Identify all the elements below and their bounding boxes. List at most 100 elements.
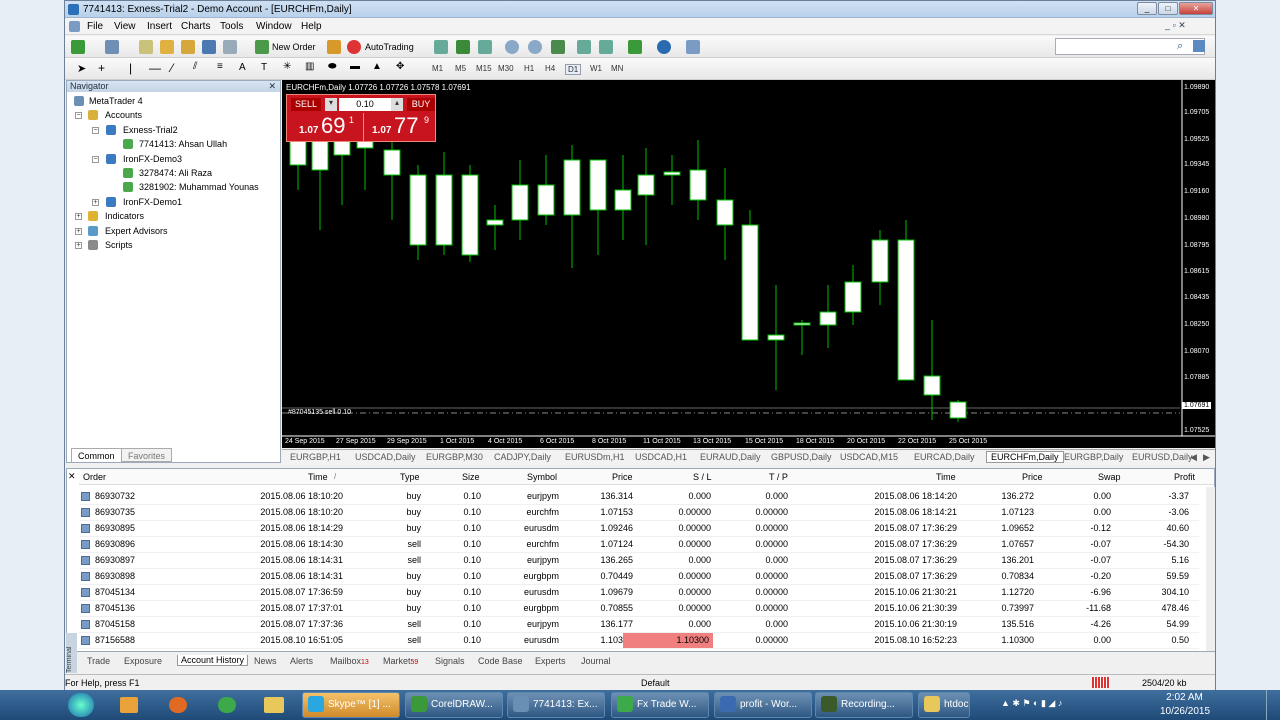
- col-profit[interactable]: Profit: [1174, 472, 1195, 482]
- tray-icons[interactable]: ▲ ✱ ⚑ ◐ ▮ ◢ ♪: [1001, 698, 1062, 709]
- table-row[interactable]: 87045158 2015.08.07 17:37:36 sell 0.10 eurjp…: [79, 617, 1199, 633]
- experts-expand-icon[interactable]: +: [75, 228, 82, 235]
- explorer-icon[interactable]: [264, 697, 284, 713]
- indicators-icon[interactable]: [628, 40, 642, 54]
- task-skype[interactable]: Skype™ [1] ...: [302, 692, 400, 718]
- tf-d1[interactable]: D1: [565, 64, 582, 75]
- gann-grid-icon[interactable]: ▥: [305, 61, 314, 72]
- autotrading-icon[interactable]: [347, 40, 361, 54]
- table-row[interactable]: 86930895 2015.08.06 18:14:29 buy 0.10 eurusd…: [79, 521, 1199, 537]
- new-order-button[interactable]: New Order: [272, 42, 316, 52]
- chart-tab[interactable]: EURGBP,H1: [290, 452, 341, 462]
- zoom-out-icon[interactable]: [528, 40, 542, 54]
- terminal-tab[interactable]: Signals: [435, 656, 465, 666]
- ironfx3-collapse-icon[interactable]: −: [92, 156, 99, 163]
- menu-view[interactable]: View: [114, 21, 136, 32]
- profiles-icon[interactable]: [105, 40, 119, 54]
- price-chart[interactable]: EURCHFm,Daily 1.07726 1.07726 1.07578 1.…: [282, 80, 1215, 448]
- trendline-icon[interactable]: ⁄: [171, 61, 173, 75]
- history-scrollbar[interactable]: [1206, 487, 1215, 651]
- terminal-tab[interactable]: Market59: [383, 656, 418, 666]
- menu-charts[interactable]: Charts: [181, 21, 210, 32]
- indicators-expand-icon[interactable]: +: [75, 213, 82, 220]
- chart-tab[interactable]: EURCAD,Daily: [914, 452, 975, 462]
- nav-server-ironfx1[interactable]: IronFX-Demo1: [123, 197, 182, 207]
- buy-price[interactable]: 1.07 77 9: [363, 113, 435, 141]
- show-desktop-button[interactable]: [1266, 690, 1280, 720]
- clock-date[interactable]: 10/26/2015: [1153, 706, 1217, 717]
- chart-tab[interactable]: USDCAD,M15: [840, 452, 898, 462]
- close-button[interactable]: ✕: [1179, 2, 1213, 15]
- task-mt4[interactable]: 7741413: Ex...: [507, 692, 605, 718]
- col-sl[interactable]: S / L: [693, 472, 712, 482]
- tabs-scroll-right-icon[interactable]: ▶: [1203, 452, 1210, 463]
- table-row[interactable]: 87045136 2015.08.07 17:37:01 buy 0.10 eurgbp…: [79, 601, 1199, 617]
- chart-shift-icon[interactable]: [599, 40, 613, 54]
- tf-w1[interactable]: W1: [590, 64, 602, 73]
- menu-file[interactable]: File: [87, 21, 103, 32]
- horizontal-line-icon[interactable]: —: [149, 61, 161, 75]
- ironfx1-expand-icon[interactable]: +: [92, 199, 99, 206]
- tester-icon[interactable]: [223, 40, 237, 54]
- data-window-icon[interactable]: [160, 40, 174, 54]
- order-line-label[interactable]: #87045135 sell 0.10: [288, 409, 351, 416]
- new-chart-icon[interactable]: [71, 40, 85, 54]
- col-close-time[interactable]: Time: [936, 472, 956, 482]
- gann-icon[interactable]: ✳: [283, 61, 291, 72]
- firefox-icon[interactable]: [169, 697, 187, 713]
- accounts-collapse-icon[interactable]: −: [75, 112, 82, 119]
- col-time[interactable]: Time: [308, 472, 328, 482]
- chart-tab[interactable]: GBPUSD,Daily: [771, 452, 832, 462]
- chart-tab[interactable]: EURUSD,Daily: [1132, 452, 1193, 462]
- tf-m15[interactable]: M15: [476, 64, 492, 73]
- metaeditor-icon[interactable]: [327, 40, 341, 54]
- nav-scripts[interactable]: Scripts: [105, 240, 133, 250]
- col-swap[interactable]: Swap: [1098, 472, 1121, 482]
- table-row[interactable]: 86930735 2015.08.06 18:10:20 buy 0.10 eurchf…: [79, 505, 1199, 521]
- start-button[interactable]: [68, 693, 94, 717]
- new-order-icon[interactable]: [255, 40, 269, 54]
- terminal-tab[interactable]: Journal: [581, 656, 611, 666]
- menu-insert[interactable]: Insert: [147, 21, 172, 32]
- terminal-tab[interactable]: Mailbox13: [330, 656, 369, 666]
- sell-button[interactable]: SELL: [291, 98, 321, 111]
- bar-chart-icon[interactable]: [434, 40, 448, 54]
- chart-tab[interactable]: USDCAD,H1: [635, 452, 687, 462]
- navigator-close-icon[interactable]: ✕: [268, 81, 276, 92]
- chart-tab[interactable]: CADJPY,Daily: [494, 452, 551, 462]
- text-label-icon[interactable]: T: [261, 62, 267, 73]
- autotrading-button[interactable]: AutoTrading: [365, 42, 414, 52]
- table-row[interactable]: 86930897 2015.08.06 18:14:31 sell 0.10 eurjp…: [79, 553, 1199, 569]
- terminal-tab[interactable]: Account History: [177, 655, 249, 666]
- clock-time[interactable]: 2:02 AM: [1157, 692, 1212, 703]
- menu-help[interactable]: Help: [301, 21, 322, 32]
- nav-indicators[interactable]: Indicators: [105, 211, 144, 221]
- chart-tab[interactable]: EURUSDm,H1: [565, 452, 625, 462]
- table-row[interactable]: 86930732 2015.08.06 18:10:20 buy 0.10 eurjpy…: [79, 489, 1199, 505]
- nav-server-exness[interactable]: Exness-Trial2: [123, 125, 178, 135]
- terminal-tab[interactable]: News: [254, 656, 277, 666]
- chart-tab[interactable]: USDCAD,Daily: [355, 452, 416, 462]
- zoom-in-icon[interactable]: [505, 40, 519, 54]
- chart-tab[interactable]: EURAUD,Daily: [700, 452, 761, 462]
- nav-root[interactable]: MetaTrader 4: [89, 96, 143, 106]
- community-icon[interactable]: [1193, 40, 1205, 52]
- tf-h1[interactable]: H1: [524, 64, 534, 73]
- media-player-icon[interactable]: [120, 697, 138, 713]
- templates-icon[interactable]: [686, 40, 700, 54]
- cursor-icon[interactable]: ➤: [77, 62, 86, 75]
- chart-tab[interactable]: EURGBP,Daily: [1064, 452, 1123, 462]
- task-recording[interactable]: Recording...: [815, 692, 913, 718]
- table-row[interactable]: 86930898 2015.08.06 18:14:31 buy 0.10 eurgbp…: [79, 569, 1199, 585]
- vertical-line-icon[interactable]: |: [129, 61, 132, 75]
- menu-window[interactable]: Window: [256, 21, 292, 32]
- col-tp[interactable]: T / P: [769, 472, 788, 482]
- terminal-tab[interactable]: Experts: [535, 656, 566, 666]
- scripts-expand-icon[interactable]: +: [75, 242, 82, 249]
- candlestick-icon[interactable]: [456, 40, 470, 54]
- tf-h4[interactable]: H4: [545, 64, 555, 73]
- tf-m1[interactable]: M1: [432, 64, 443, 73]
- sell-price[interactable]: 1.07 69 1: [289, 113, 362, 141]
- line-chart-icon[interactable]: [478, 40, 492, 54]
- col-price[interactable]: Price: [612, 472, 633, 482]
